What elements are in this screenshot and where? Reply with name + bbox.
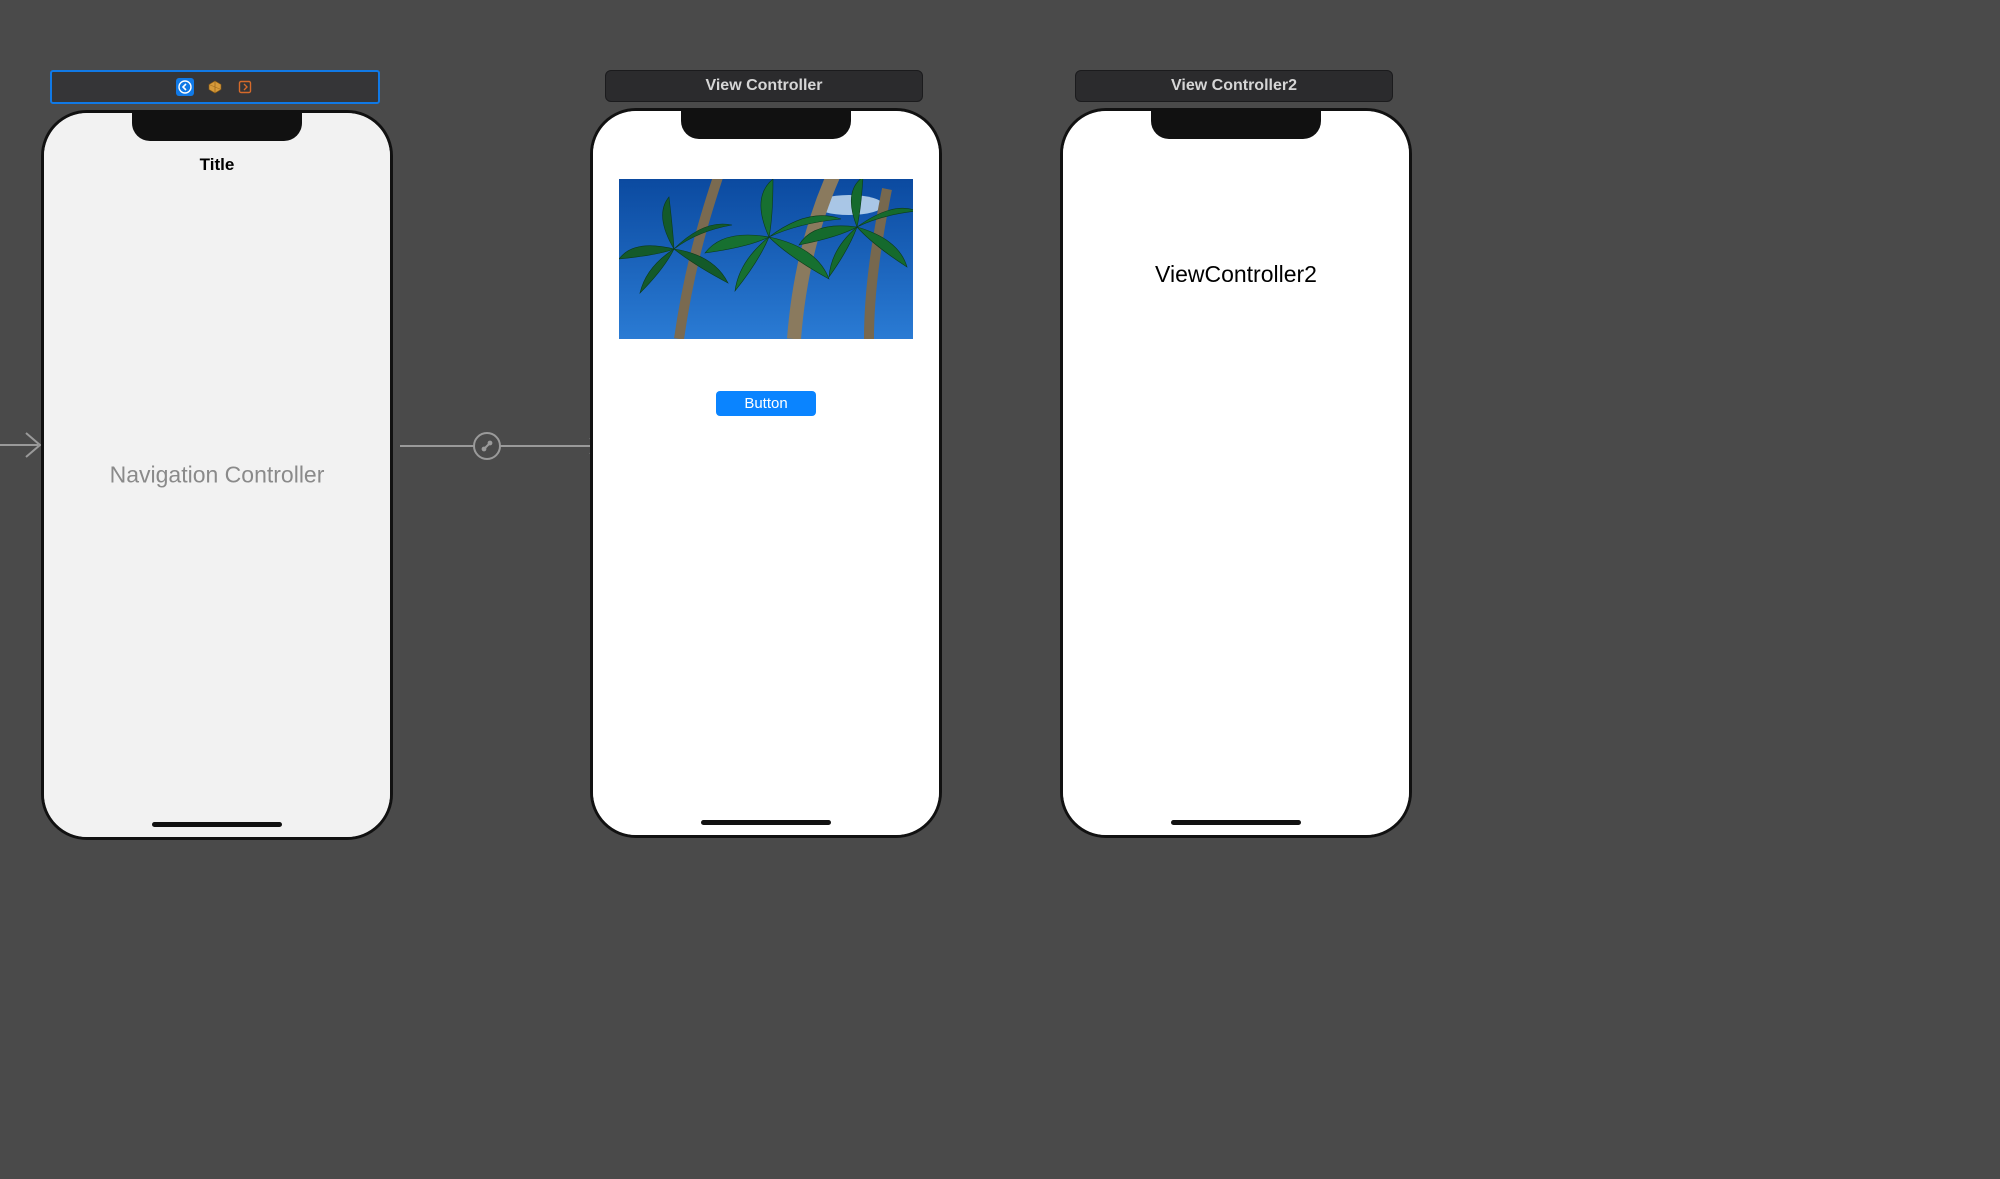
device-notch (1151, 111, 1321, 139)
scene-view-controller2[interactable]: View Controller2 ViewController2 (1075, 70, 1395, 838)
entry-point-arrow (0, 425, 46, 465)
scene-view-controller[interactable]: View Controller (605, 70, 925, 838)
home-indicator (152, 822, 282, 827)
vc2-body-label: ViewController2 (1063, 261, 1409, 288)
home-indicator (701, 820, 831, 825)
storyboard-canvas[interactable]: Title Navigation Controller View Control… (0, 0, 2000, 1179)
scene-navigation-controller[interactable]: Title Navigation Controller (50, 70, 380, 840)
nav-controller-placeholder-label: Navigation Controller (44, 462, 390, 489)
device-notch (681, 111, 851, 139)
navigation-bar-title: Title (44, 155, 390, 175)
home-indicator (1171, 820, 1301, 825)
scene-header-title: View Controller (705, 77, 822, 95)
scene-header[interactable]: View Controller2 (1075, 70, 1393, 102)
device-notch (132, 113, 302, 141)
back-chevron-icon[interactable] (176, 78, 194, 96)
button-label: Button (744, 395, 787, 412)
first-responder-cube-icon[interactable] (206, 78, 224, 96)
segue-root-relationship[interactable] (400, 436, 605, 456)
image-view-palm-trees[interactable] (619, 179, 913, 339)
exit-icon[interactable] (236, 78, 254, 96)
device-frame-vc2[interactable]: ViewController2 (1060, 108, 1412, 838)
scene-header-selected[interactable] (50, 70, 380, 104)
scene-header[interactable]: View Controller (605, 70, 923, 102)
button[interactable]: Button (716, 391, 816, 416)
device-frame-vc1[interactable]: Button (590, 108, 942, 838)
segue-badge-icon[interactable] (473, 432, 501, 460)
scene-header-title: View Controller2 (1171, 77, 1297, 95)
device-frame-nav[interactable]: Title Navigation Controller (41, 110, 393, 840)
